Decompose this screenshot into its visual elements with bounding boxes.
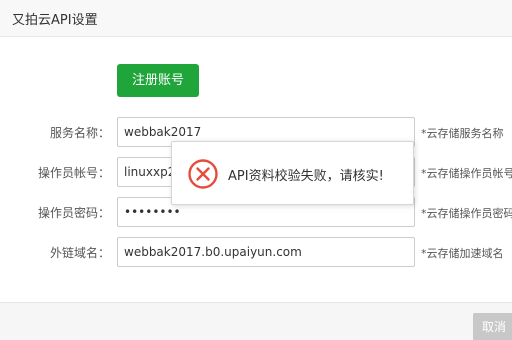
dialog-footer: 取消 [0,302,512,340]
external-domain-input[interactable] [117,237,415,267]
error-message: API资料校验失败，请核实! [228,169,384,184]
error-circle-icon [188,159,218,189]
cancel-button[interactable]: 取消 [473,313,512,340]
register-account-button[interactable]: 注册账号 [117,64,199,97]
dialog-header: 又拍云API设置 [0,0,512,37]
dialog-title: 又拍云API设置 [12,13,98,28]
service-name-hint: *云存储服务名称 [421,127,504,140]
external-domain-label: 外链域名： [49,246,110,260]
service-name-label: 服务名称： [49,126,110,140]
operator-account-hint: *云存储操作员帐号 [421,167,512,180]
operator-password-label: 操作员密码： [37,206,110,220]
operator-account-label: 操作员帐号： [37,166,110,180]
form-row-external-domain: 外链域名： *云存储加速域名 [0,237,512,267]
external-domain-hint: *云存储加速域名 [421,247,504,260]
error-toast: API资料校验失败，请核实! [171,141,414,205]
operator-password-hint: *云存储操作员密码 [421,207,512,220]
upyun-api-settings-dialog: 又拍云API设置 注册账号 服务名称： *云存储服务名称 操作员帐号： *云存储… [0,0,512,340]
